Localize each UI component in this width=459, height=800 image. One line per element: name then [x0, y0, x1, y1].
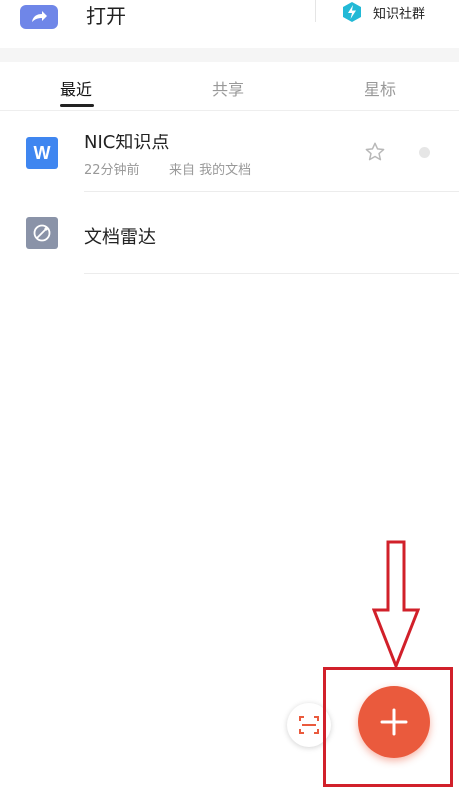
word-doc-icon: W	[26, 137, 58, 169]
file-time: 22分钟前	[84, 163, 140, 178]
more-options-dot[interactable]	[419, 147, 430, 158]
knowledge-community-button[interactable]: 知识社群	[341, 0, 425, 24]
scan-icon	[299, 716, 319, 734]
row-divider	[84, 273, 459, 274]
file-title: NIC知识点	[84, 132, 170, 153]
open-button[interactable]: 打开	[20, 0, 126, 34]
annotation-arrow	[372, 540, 420, 670]
tab-shared[interactable]: 共享	[212, 76, 244, 100]
list-item-file[interactable]: W NIC知识点 22分钟前 来自 我的文档	[0, 110, 459, 192]
annotation-highlight-box	[323, 667, 453, 787]
community-label: 知识社群	[373, 6, 426, 22]
list-item-doc-radar[interactable]: 文档雷达	[0, 192, 459, 274]
radar-icon	[26, 217, 58, 249]
tab-starred[interactable]: 星标	[364, 76, 396, 100]
tab-recent[interactable]: 最近	[60, 76, 92, 100]
section-gap	[0, 48, 459, 62]
top-toolbar: 打开 知识社群	[0, 0, 459, 48]
open-label: 打开	[86, 3, 126, 28]
file-source: 来自 我的文档	[169, 163, 252, 178]
lightning-icon	[343, 2, 361, 22]
toolbar-divider	[315, 0, 316, 22]
tab-bar: 最近 共享 星标	[0, 62, 459, 111]
active-tab-indicator	[60, 104, 94, 107]
share-arrow-icon	[20, 5, 58, 29]
file-title: 文档雷达	[84, 227, 156, 248]
star-icon[interactable]	[364, 141, 386, 163]
